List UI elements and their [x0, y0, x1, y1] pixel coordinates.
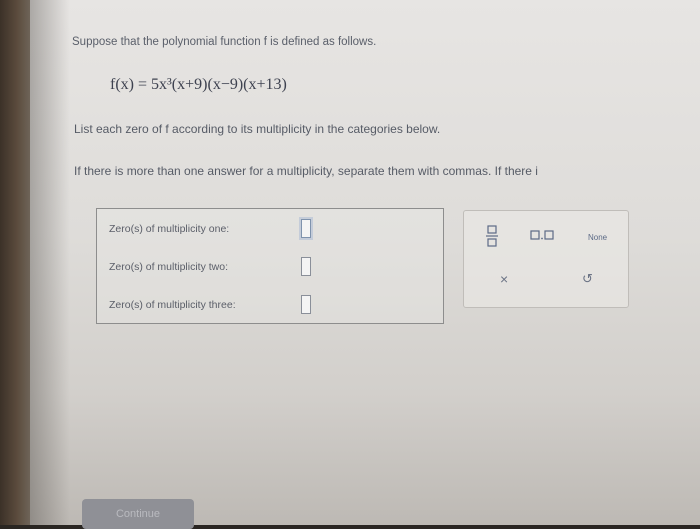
fraction-icon[interactable] [486, 225, 498, 247]
monitor-bezel [0, 0, 30, 525]
undo-icon[interactable]: ↺ [582, 271, 593, 287]
question-instruction-2: If there is more than one answer for a m… [74, 164, 538, 178]
multiplicity-one-label: Zero(s) of multiplicity one: [109, 222, 230, 235]
none-button[interactable]: None [588, 233, 607, 242]
clear-icon[interactable]: × [500, 271, 508, 287]
math-tool-panel: None × ↺ [463, 210, 629, 308]
multiplicity-three-label: Zero(s) of multiplicity three: [109, 298, 236, 311]
multiplicity-two-label: Zero(s) of multiplicity two: [109, 260, 229, 273]
multiplicity-three-input[interactable] [301, 295, 311, 314]
question-instruction: List each zero of f according to its mul… [74, 122, 441, 136]
answer-row-multiplicity-one: Zero(s) of multiplicity one: [109, 219, 311, 238]
answer-row-multiplicity-three: Zero(s) of multiplicity three: [109, 295, 311, 314]
answer-row-multiplicity-two: Zero(s) of multiplicity two: [109, 257, 311, 276]
polynomial-formula: f(x) = 5x³(x+9)(x−9)(x+13) [110, 76, 287, 93]
mixed-number-icon[interactable] [530, 229, 560, 241]
multiplicity-one-input[interactable] [301, 219, 311, 238]
multiplicity-two-input[interactable] [301, 257, 311, 276]
answer-box: Zero(s) of multiplicity one: Zero(s) of … [96, 208, 444, 324]
question-intro: Suppose that the polynomial function f i… [72, 36, 377, 48]
